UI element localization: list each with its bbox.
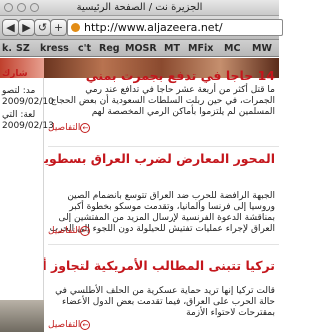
share-link[interactable]: شارك bbox=[2, 69, 28, 79]
address-bar-url: http://www.aljazeera.net/ bbox=[84, 21, 223, 34]
add-bookmark-button[interactable]: + bbox=[50, 19, 67, 36]
bookmark-item[interactable]: SZ bbox=[16, 43, 30, 54]
side-text-line: مد: لتصو bbox=[2, 86, 36, 96]
page-content: شارك مد: لتصو 2009/02/10 لعة: التي 2009/… bbox=[0, 58, 279, 332]
details-label: التفاصيل bbox=[48, 123, 81, 133]
news-article: 14 حاجا في تدفع بجمرت بمني ما قتل أكثر م… bbox=[44, 68, 279, 136]
reload-button[interactable]: ↺ bbox=[34, 19, 51, 36]
news-article: المحور المعارض لضرب العراق بسطويا الجبهة… bbox=[44, 151, 279, 241]
side-thumbnail-image bbox=[0, 300, 44, 332]
address-bar[interactable]: http://www.aljazeera.net/ bbox=[67, 19, 283, 36]
news-article: تركيا تتبنى المطالب الأمريكية لتجاوز أزم… bbox=[44, 250, 279, 332]
bookmark-item[interactable]: MW bbox=[252, 43, 272, 54]
bookmarks-bar: k. SZ kress c't Reg MOSR MT MFix MC MW bbox=[0, 40, 279, 57]
article-details-link[interactable]: ←التفاصيل bbox=[48, 123, 92, 133]
browser-toolbar: ◀ ▶ ↺ + http://www.aljazeera.net/ bbox=[0, 16, 283, 40]
article-divider bbox=[48, 146, 279, 147]
forward-button[interactable]: ▶ bbox=[18, 19, 35, 36]
bookmark-item[interactable]: kress bbox=[40, 43, 69, 54]
site-favicon-icon bbox=[71, 23, 80, 32]
bookmark-item[interactable]: Reg bbox=[99, 43, 120, 54]
window-title: الجزيرة نت / الصفحة الرئيسية bbox=[76, 2, 203, 13]
bookmark-item[interactable]: c't bbox=[78, 43, 91, 54]
bookmark-item[interactable]: MOSR bbox=[125, 43, 157, 54]
article-summary: ما قتل أكثر من أربعة عشر حاجا في تدافع ع… bbox=[50, 85, 275, 117]
article-headline[interactable]: 14 حاجا في تدفع بجمرت بمني bbox=[86, 68, 275, 83]
article-divider bbox=[48, 244, 279, 245]
details-arrow-icon: ← bbox=[80, 226, 91, 236]
back-button[interactable]: ◀ bbox=[2, 19, 19, 36]
details-label: التفاصيل bbox=[48, 226, 81, 236]
article-headline[interactable]: المحور المعارض لضرب العراق بسطويا bbox=[44, 151, 275, 166]
bookmark-item[interactable]: k. bbox=[2, 43, 12, 54]
details-arrow-icon: ← bbox=[80, 123, 91, 133]
bookmark-item[interactable]: MFix bbox=[188, 43, 213, 54]
window-titlebar: الجزيرة نت / الصفحة الرئيسية bbox=[0, 0, 279, 16]
details-arrow-icon: ← bbox=[80, 320, 91, 330]
article-details-link[interactable]: ←التفاصيل bbox=[48, 320, 92, 330]
article-headline[interactable]: تركيا تتبنى المطالب الأمريكية لتجاوز أزم… bbox=[44, 258, 275, 273]
side-text-line: لعة: التي bbox=[2, 110, 36, 120]
bookmark-item[interactable]: MT bbox=[164, 43, 180, 54]
bookmark-item[interactable]: MC bbox=[224, 43, 240, 54]
details-label: التفاصيل bbox=[48, 320, 81, 330]
article-details-link[interactable]: ←التفاصيل bbox=[48, 226, 92, 236]
side-column: شارك مد: لتصو 2009/02/10 لعة: التي 2009/… bbox=[0, 58, 54, 332]
